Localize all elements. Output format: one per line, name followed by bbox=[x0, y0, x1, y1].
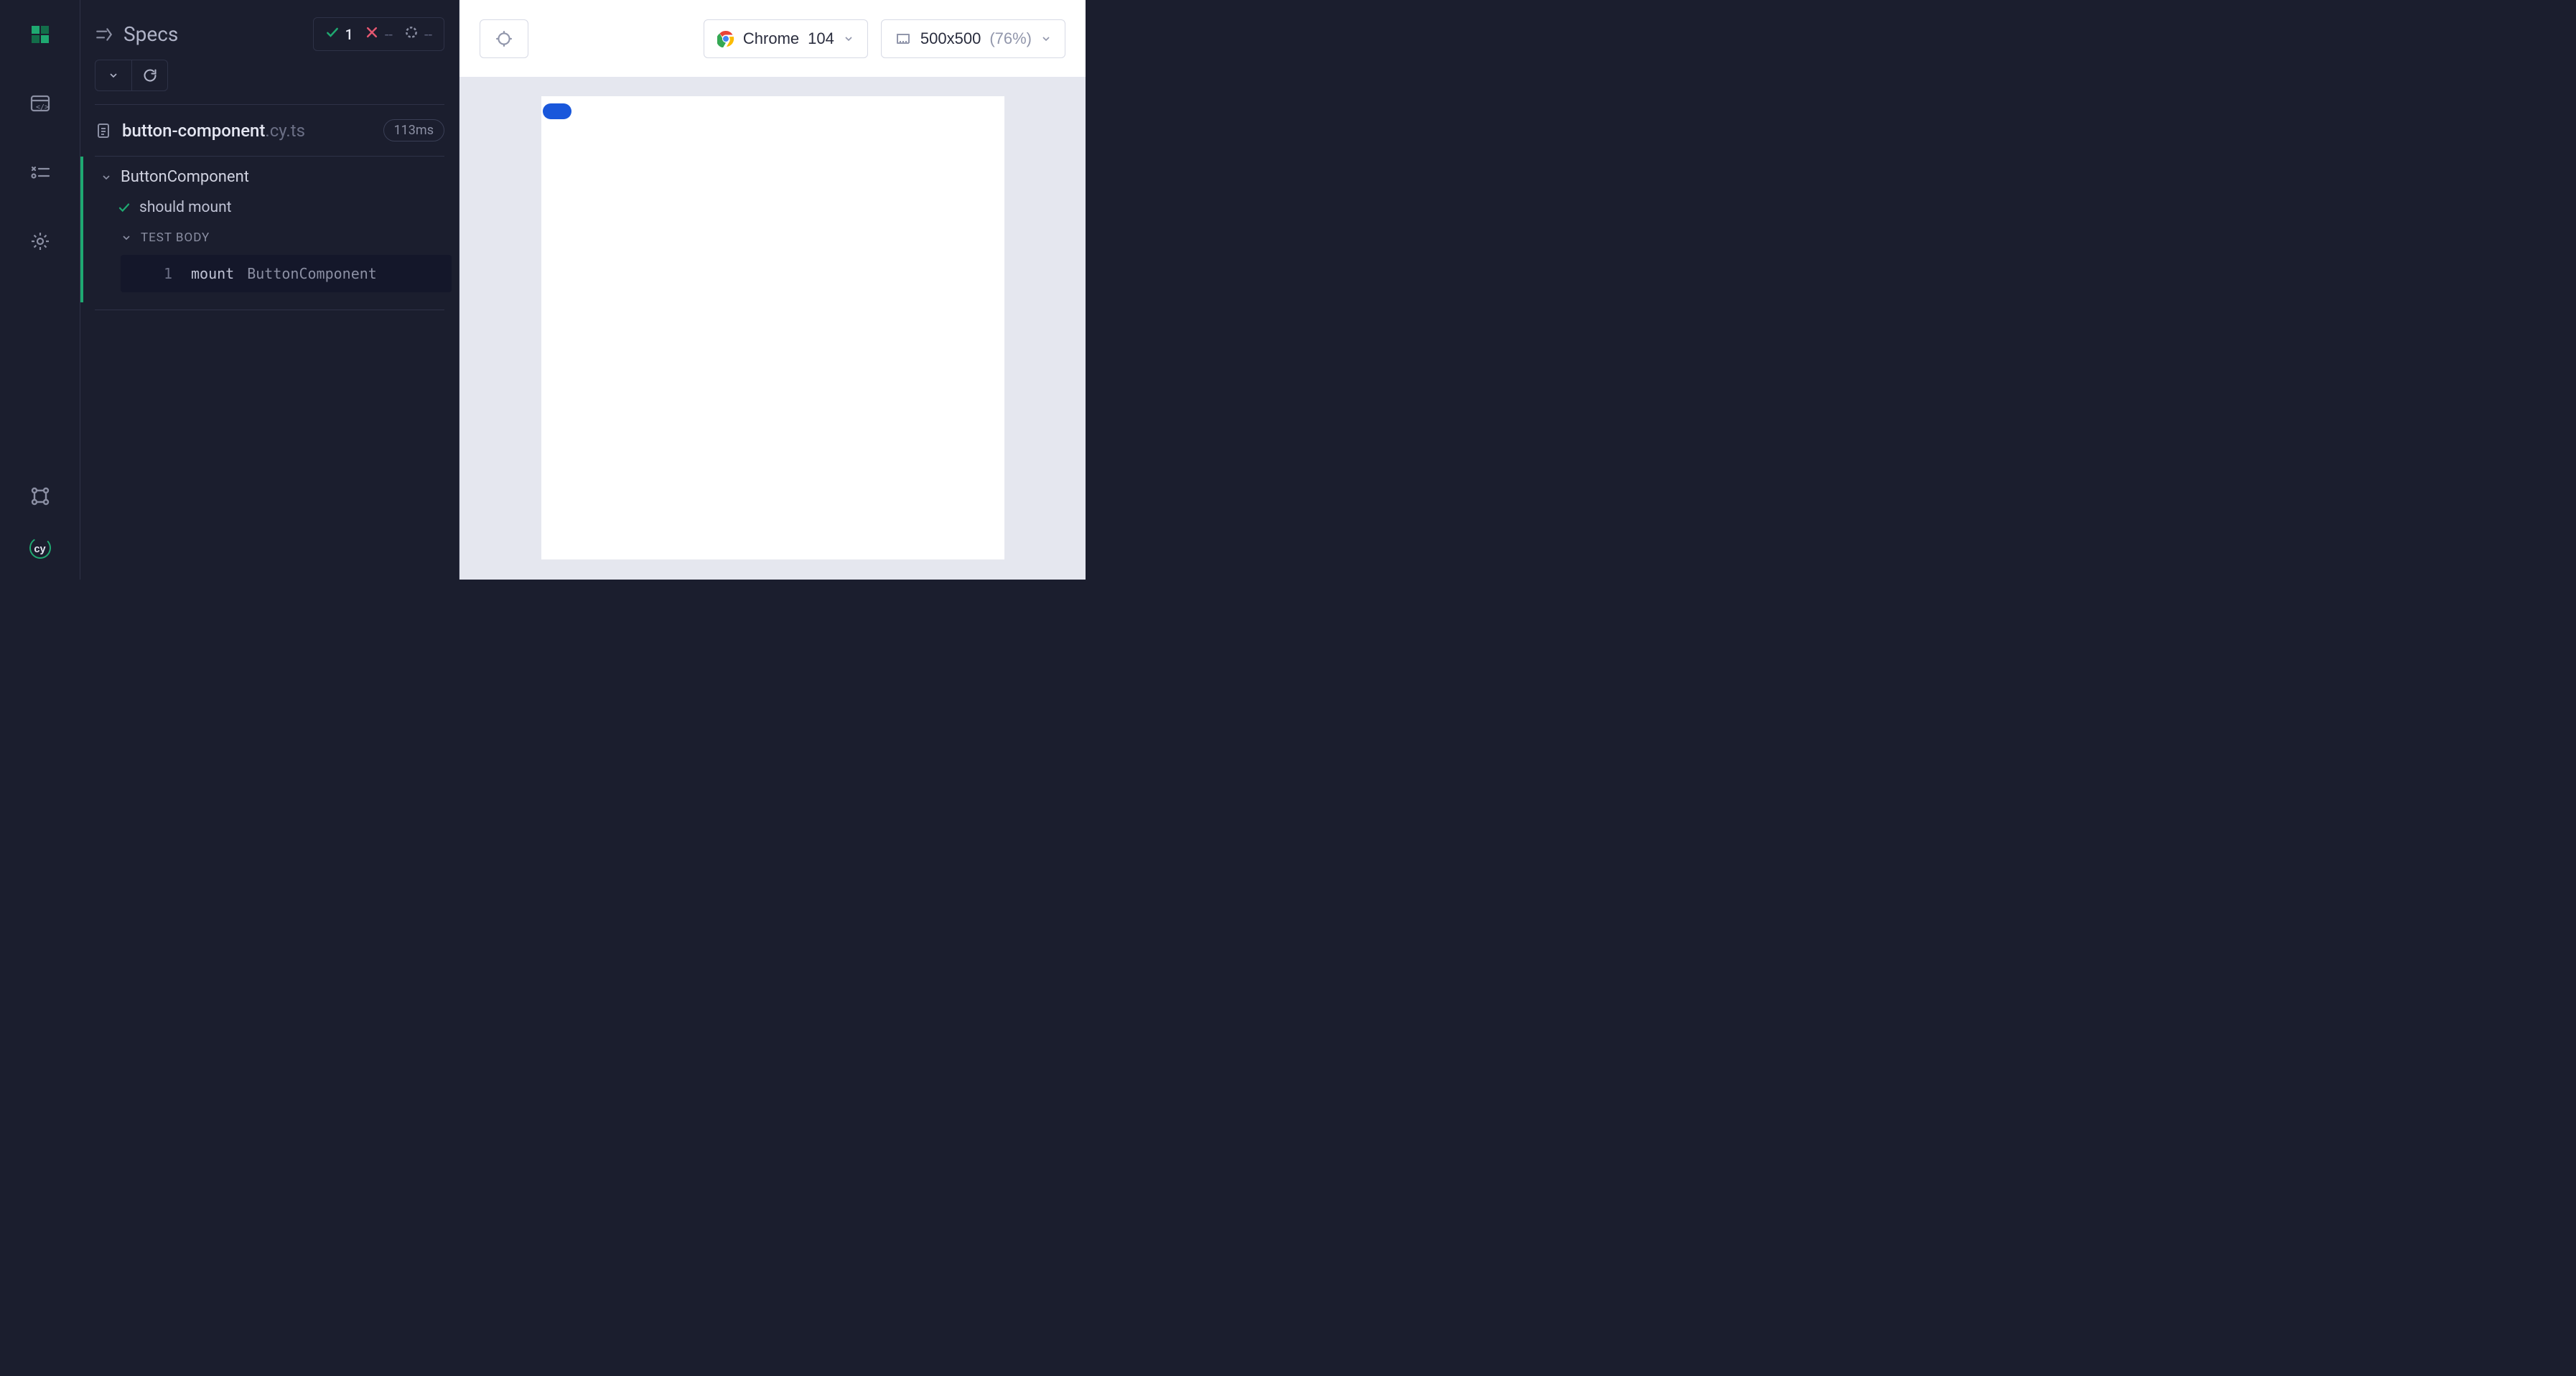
cypress-logo-icon[interactable]: cy bbox=[26, 534, 55, 562]
spec-ext: .cy.ts bbox=[265, 121, 305, 141]
check-icon bbox=[325, 25, 340, 43]
run-controls bbox=[95, 60, 168, 91]
browser-name: Chrome bbox=[743, 29, 799, 48]
chevron-down-icon bbox=[101, 172, 112, 183]
failed-count: -- bbox=[385, 26, 393, 43]
chrome-icon bbox=[717, 30, 734, 47]
specs-arrow-icon bbox=[95, 25, 113, 44]
stat-pending: -- bbox=[404, 25, 432, 43]
viewport-selector[interactable]: 500x500 (76%) bbox=[881, 19, 1065, 58]
reporter-panel: Specs 1 -- -- bbox=[80, 0, 459, 580]
chevron-down-icon bbox=[108, 70, 119, 81]
runs-nav-icon[interactable] bbox=[26, 158, 55, 187]
stat-failed: -- bbox=[365, 25, 393, 43]
spec-duration: 113ms bbox=[383, 119, 444, 141]
viewport-scale: (76%) bbox=[989, 29, 1032, 48]
test-body-row[interactable]: TEST BODY bbox=[83, 223, 459, 252]
pending-icon bbox=[404, 25, 419, 43]
command-row[interactable]: 1 mount ButtonComponent bbox=[121, 255, 452, 292]
viewport-size: 500x500 bbox=[920, 29, 981, 48]
suite-name: ButtonComponent bbox=[121, 168, 249, 186]
aut-header: Chrome 104 500x500 (76%) bbox=[459, 0, 1086, 78]
command-name: mount bbox=[191, 265, 234, 282]
test-row[interactable]: should mount bbox=[83, 192, 459, 223]
specs-nav-icon[interactable]: </> bbox=[26, 89, 55, 118]
nav-rail: </> cy bbox=[0, 0, 80, 580]
svg-text:</>: </> bbox=[36, 103, 49, 111]
svg-text:cy: cy bbox=[34, 544, 46, 555]
specs-title-text: Specs bbox=[123, 22, 178, 46]
refresh-icon bbox=[143, 68, 157, 83]
stat-passed: 1 bbox=[325, 25, 353, 43]
file-icon bbox=[95, 122, 112, 139]
reporter-header: Specs 1 -- -- bbox=[80, 0, 459, 51]
crosshair-icon bbox=[495, 29, 513, 48]
pending-count: -- bbox=[424, 26, 432, 43]
ruler-icon bbox=[895, 30, 912, 47]
chevron-down-icon bbox=[1040, 33, 1052, 45]
check-icon bbox=[118, 201, 131, 214]
passed-count: 1 bbox=[345, 26, 353, 43]
keyboard-shortcuts-icon[interactable] bbox=[26, 482, 55, 511]
test-title: should mount bbox=[139, 199, 232, 216]
reporter-subheader bbox=[80, 51, 459, 104]
spec-filename: button-component bbox=[122, 121, 265, 141]
selector-playground-button[interactable] bbox=[480, 19, 528, 58]
stats-box: 1 -- -- bbox=[313, 17, 445, 51]
test-body-label: TEST BODY bbox=[141, 231, 210, 245]
x-icon bbox=[365, 25, 379, 43]
rendered-component-button[interactable] bbox=[543, 103, 571, 119]
logo-icon[interactable] bbox=[26, 20, 55, 49]
chevron-down-icon bbox=[121, 232, 132, 243]
refresh-button[interactable] bbox=[131, 60, 167, 90]
browser-selector[interactable]: Chrome 104 bbox=[704, 19, 868, 58]
command-arg: ButtonComponent bbox=[247, 265, 377, 282]
aut-viewport-wrap bbox=[459, 78, 1086, 580]
browser-version: 104 bbox=[808, 29, 834, 48]
settings-nav-icon[interactable] bbox=[26, 227, 55, 256]
aut-viewport bbox=[541, 96, 1004, 559]
spec-file-row[interactable]: button-component.cy.ts 113ms bbox=[80, 105, 459, 156]
aut-panel: Chrome 104 500x500 (76%) bbox=[459, 0, 1086, 580]
specs-title: Specs bbox=[95, 22, 302, 46]
command-index: 1 bbox=[164, 265, 178, 282]
chevron-down-icon bbox=[843, 33, 854, 45]
suite-title-row[interactable]: ButtonComponent bbox=[83, 157, 459, 192]
suite-block: ButtonComponent should mount TEST BODY 1… bbox=[80, 157, 459, 302]
run-dropdown-button[interactable] bbox=[95, 60, 131, 90]
